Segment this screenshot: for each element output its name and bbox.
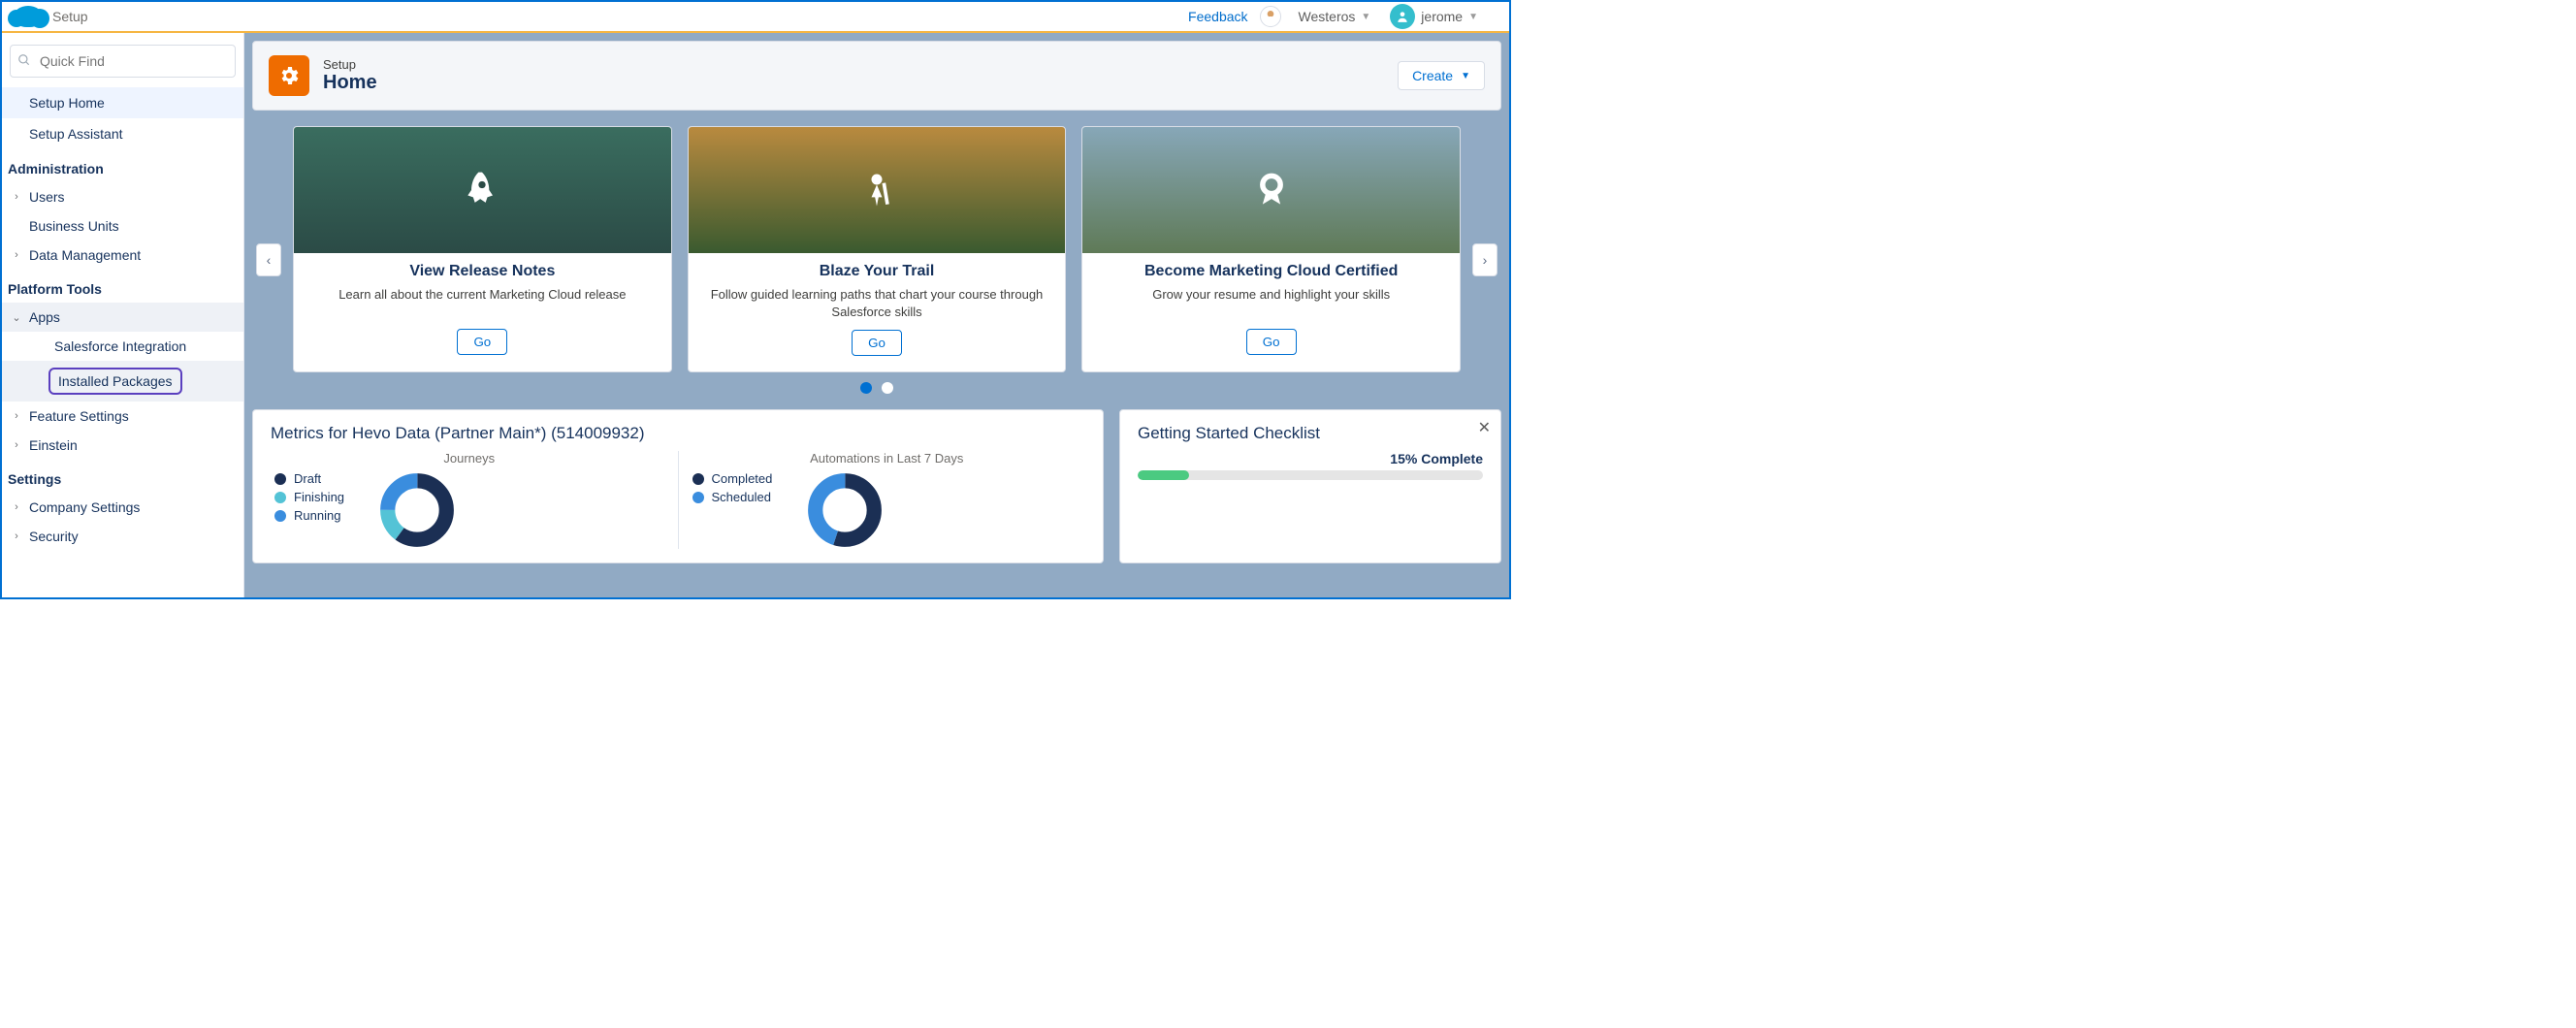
nav-einstein[interactable]: ›Einstein bbox=[2, 431, 243, 460]
rocket-illustration bbox=[294, 127, 671, 253]
feedback-link[interactable]: Feedback bbox=[1188, 9, 1247, 24]
caret-down-icon: ▼ bbox=[1461, 71, 1470, 81]
page-title: Home bbox=[323, 72, 377, 94]
nav-section-platform-tools: Platform Tools bbox=[2, 270, 243, 303]
nav-setup-assistant[interactable]: Setup Assistant bbox=[2, 118, 243, 149]
legend-swatch bbox=[274, 473, 286, 485]
carousel-card: Blaze Your Trail Follow guided learning … bbox=[688, 126, 1067, 372]
automations-legend: Completed Scheduled bbox=[689, 471, 773, 508]
salesforce-cloud-icon bbox=[14, 6, 43, 27]
checklist-percent-label: 15% Complete bbox=[1138, 451, 1483, 466]
org-name: Westeros bbox=[1299, 9, 1356, 24]
checklist-progress-fill bbox=[1138, 470, 1189, 480]
nav-setup-home[interactable]: Setup Home bbox=[2, 87, 243, 118]
nav-feature-settings[interactable]: ›Feature Settings bbox=[2, 402, 243, 431]
carousel-prev-button[interactable]: ‹ bbox=[256, 243, 281, 276]
caret-down-icon: ▼ bbox=[1468, 12, 1478, 22]
go-button[interactable]: Go bbox=[852, 330, 902, 356]
nav-salesforce-integration[interactable]: Salesforce Integration bbox=[2, 332, 243, 361]
card-title: View Release Notes bbox=[309, 263, 656, 280]
page-header: Setup Home Create ▼ bbox=[252, 41, 1501, 111]
close-icon[interactable]: ✕ bbox=[1478, 418, 1491, 437]
top-bar: Setup Feedback Westeros ▼ jerome ▼ bbox=[2, 2, 1509, 33]
nav-installed-packages[interactable]: Installed Packages bbox=[48, 368, 182, 395]
nav-installed-packages-row[interactable]: Installed Packages bbox=[2, 361, 243, 402]
automations-donut-chart bbox=[772, 471, 918, 549]
legend-swatch bbox=[692, 492, 704, 503]
card-title: Become Marketing Cloud Certified bbox=[1098, 263, 1444, 280]
app-title: Setup bbox=[52, 9, 88, 24]
main-content: Setup Home Create ▼ ‹ › bbox=[244, 33, 1509, 597]
carousel-card: Become Marketing Cloud Certified Grow yo… bbox=[1081, 126, 1461, 372]
card-desc: Grow your resume and highlight your skil… bbox=[1098, 286, 1444, 319]
carousel-card: View Release Notes Learn all about the c… bbox=[293, 126, 672, 372]
metrics-divider bbox=[678, 451, 679, 549]
chevron-down-icon: ⌄ bbox=[8, 311, 25, 324]
chevron-right-icon: › bbox=[8, 249, 25, 261]
hiker-illustration bbox=[689, 127, 1066, 253]
nav-company-settings[interactable]: ›Company Settings bbox=[2, 493, 243, 522]
quick-find-input[interactable] bbox=[10, 45, 236, 78]
checklist-panel: ✕ Getting Started Checklist 15% Complete bbox=[1119, 409, 1501, 563]
journeys-donut-chart bbox=[344, 471, 490, 549]
setup-gear-icon bbox=[269, 55, 309, 96]
legend-swatch bbox=[692, 473, 704, 485]
create-button[interactable]: Create ▼ bbox=[1398, 61, 1485, 90]
nav-security[interactable]: ›Security bbox=[2, 522, 243, 551]
checklist-progress-bar bbox=[1138, 470, 1483, 480]
user-avatar-icon bbox=[1390, 4, 1415, 29]
card-desc: Learn all about the current Marketing Cl… bbox=[309, 286, 656, 319]
metrics-title: Metrics for Hevo Data (Partner Main*) (5… bbox=[271, 424, 1085, 443]
nav-section-settings: Settings bbox=[2, 460, 243, 493]
nav-apps[interactable]: ⌄Apps bbox=[2, 303, 243, 332]
user-name: jerome bbox=[1421, 9, 1463, 24]
nav-data-management[interactable]: ›Data Management bbox=[2, 241, 243, 270]
badge-illustration bbox=[1082, 127, 1460, 253]
carousel: ‹ › View Release Notes Learn all about t… bbox=[252, 126, 1501, 394]
card-desc: Follow guided learning paths that chart … bbox=[704, 286, 1050, 320]
astro-mascot-icon[interactable] bbox=[1260, 6, 1281, 27]
chevron-right-icon: › bbox=[8, 191, 25, 203]
legend-swatch bbox=[274, 510, 286, 522]
search-icon bbox=[17, 53, 31, 70]
user-menu[interactable]: jerome ▼ bbox=[1390, 4, 1478, 29]
journeys-label: Journeys bbox=[271, 451, 668, 466]
page-eyebrow: Setup bbox=[323, 57, 377, 72]
chevron-right-icon: › bbox=[8, 410, 25, 422]
legend-swatch bbox=[274, 492, 286, 503]
caret-down-icon: ▼ bbox=[1361, 12, 1370, 22]
go-button[interactable]: Go bbox=[1246, 329, 1297, 355]
carousel-dot[interactable] bbox=[882, 382, 893, 394]
sidebar: Setup Home Setup Assistant Administratio… bbox=[2, 33, 244, 597]
nav-users[interactable]: ›Users bbox=[2, 182, 243, 211]
carousel-dots bbox=[252, 382, 1501, 394]
carousel-dot[interactable] bbox=[860, 382, 872, 394]
automations-label: Automations in Last 7 Days bbox=[689, 451, 1086, 466]
go-button[interactable]: Go bbox=[457, 329, 507, 355]
journeys-legend: Draft Finishing Running bbox=[271, 471, 344, 527]
chevron-right-icon: › bbox=[8, 501, 25, 513]
card-title: Blaze Your Trail bbox=[704, 263, 1050, 280]
chevron-right-icon: › bbox=[8, 530, 25, 542]
metrics-panel: Metrics for Hevo Data (Partner Main*) (5… bbox=[252, 409, 1104, 563]
nav-business-units[interactable]: Business Units bbox=[2, 211, 243, 241]
org-switcher[interactable]: Westeros ▼ bbox=[1299, 9, 1371, 24]
checklist-title: Getting Started Checklist bbox=[1138, 424, 1483, 443]
chevron-right-icon: › bbox=[8, 439, 25, 451]
nav-section-administration: Administration bbox=[2, 149, 243, 182]
carousel-next-button[interactable]: › bbox=[1472, 243, 1497, 276]
